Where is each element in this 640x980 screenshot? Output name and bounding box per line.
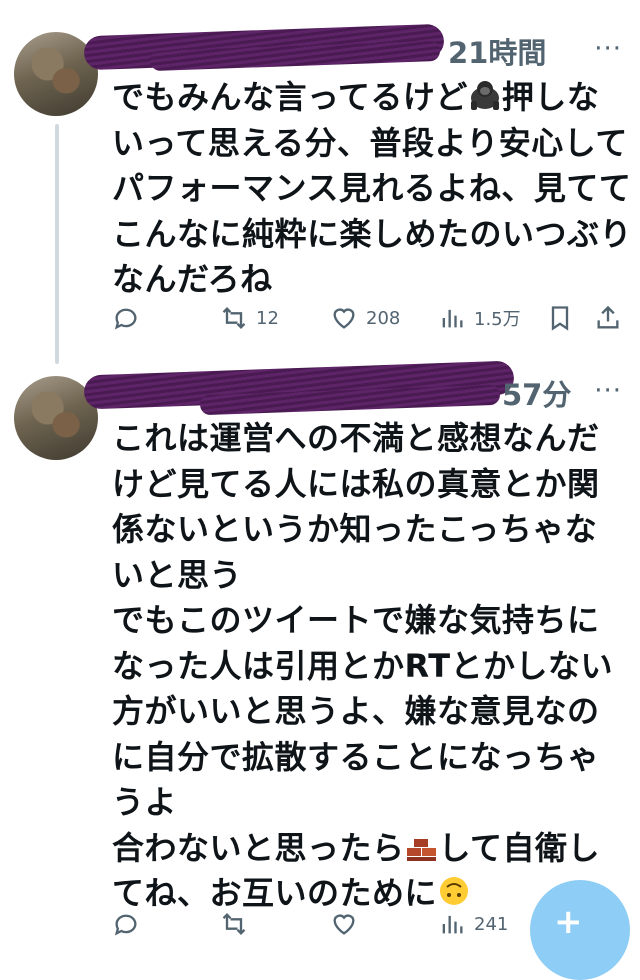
like-button[interactable] [330, 910, 366, 938]
share-icon [597, 305, 619, 329]
tweet-text-line: これは運営への不満と感想なんだ [112, 419, 600, 457]
tweet-text-line: 合わないと思ったら [112, 828, 405, 867]
tweet-1[interactable]: 21時間 ··· でもみんな言ってるけど 押しな いって思える分、普段より安心し… [0, 0, 640, 364]
retweet-button[interactable] [220, 910, 256, 938]
compose-tweet-button[interactable]: + [530, 880, 630, 980]
tweet-text-line: なんだろね [112, 260, 273, 298]
views-icon [442, 309, 463, 328]
views-button[interactable]: 241 [438, 910, 508, 938]
tweet-text-line: いって思える分、普段より安心して [112, 123, 628, 162]
tweet-text-line: うよ [112, 783, 178, 821]
bookmark-button[interactable] [546, 304, 574, 332]
tweet-text-line: てね、お互いのために [112, 874, 438, 912]
tweet-time[interactable]: 57分 [502, 372, 571, 414]
like-count: 208 [366, 307, 401, 329]
plus-icon: + [554, 902, 583, 942]
tweet-text-line: に自分で拡散することになっちゃ [112, 737, 600, 776]
like-button[interactable]: 208 [330, 304, 400, 332]
reply-icon [114, 308, 137, 330]
tweet-text-line: 係ないというか知ったこっちゃな [112, 510, 598, 548]
retweet-count: 12 [256, 307, 279, 329]
brick-emoji [406, 838, 436, 861]
share-button[interactable] [594, 304, 622, 332]
tweet-2[interactable]: 57分 ··· これは運営への不満と感想なんだ けど見てる人には私の真意とか関 … [0, 360, 640, 953]
heart-icon [333, 914, 355, 935]
retweet-button[interactable]: 12 [220, 304, 279, 332]
tweet-text: これは運営への不満と感想なんだ けど見てる人には私の真意とか関 係ないというか知… [112, 416, 622, 917]
tweet-actions: 12 208 1.5万 [112, 304, 632, 344]
tweet-text-line: でもみんな言ってるけど [112, 78, 468, 116]
gorilla-emoji [470, 81, 499, 110]
view-count: 1.5万 [474, 309, 521, 330]
more-options-icon[interactable]: ··· [594, 34, 622, 64]
retweet-icon [222, 307, 246, 329]
retweet-icon [222, 913, 246, 935]
tweet-text-line: こんなに純粋に楽しめたのいつぶり [112, 214, 633, 253]
more-options-icon[interactable]: ··· [594, 376, 622, 406]
tweet-text-line: いと思う [112, 555, 243, 594]
views-icon [442, 915, 463, 934]
tweet-text-line: なった人は引用とかRTとかしない [112, 646, 614, 685]
view-count: 241 [474, 913, 509, 935]
thread-line [55, 124, 59, 364]
reply-icon [114, 914, 137, 936]
tweet-text-line: 方がいいと思うよ、嫌な意見なの [112, 692, 600, 730]
tweet-text-line: パフォーマンス見れるよね、見てて [112, 169, 632, 207]
tweet-text-line: して自衛し [438, 828, 601, 867]
tweet-text-line: けど見てる人には私の真意とか関 [112, 464, 600, 503]
tweet-text-line: 押しな [501, 78, 600, 116]
tweet-text: でもみんな言ってるけど 押しな いって思える分、普段より安心して パフォーマンス… [112, 75, 633, 303]
tweet-text-line: でもこのツイートで嫌な気持ちに [112, 601, 600, 639]
tweet-time[interactable]: 21時間 [448, 30, 546, 72]
upside-down-face-emoji [440, 877, 469, 905]
bookmark-icon [551, 306, 569, 331]
views-button[interactable]: 1.5万 [438, 304, 521, 332]
reply-button[interactable] [112, 910, 148, 938]
heart-icon [333, 308, 355, 329]
reply-button[interactable] [112, 304, 148, 332]
